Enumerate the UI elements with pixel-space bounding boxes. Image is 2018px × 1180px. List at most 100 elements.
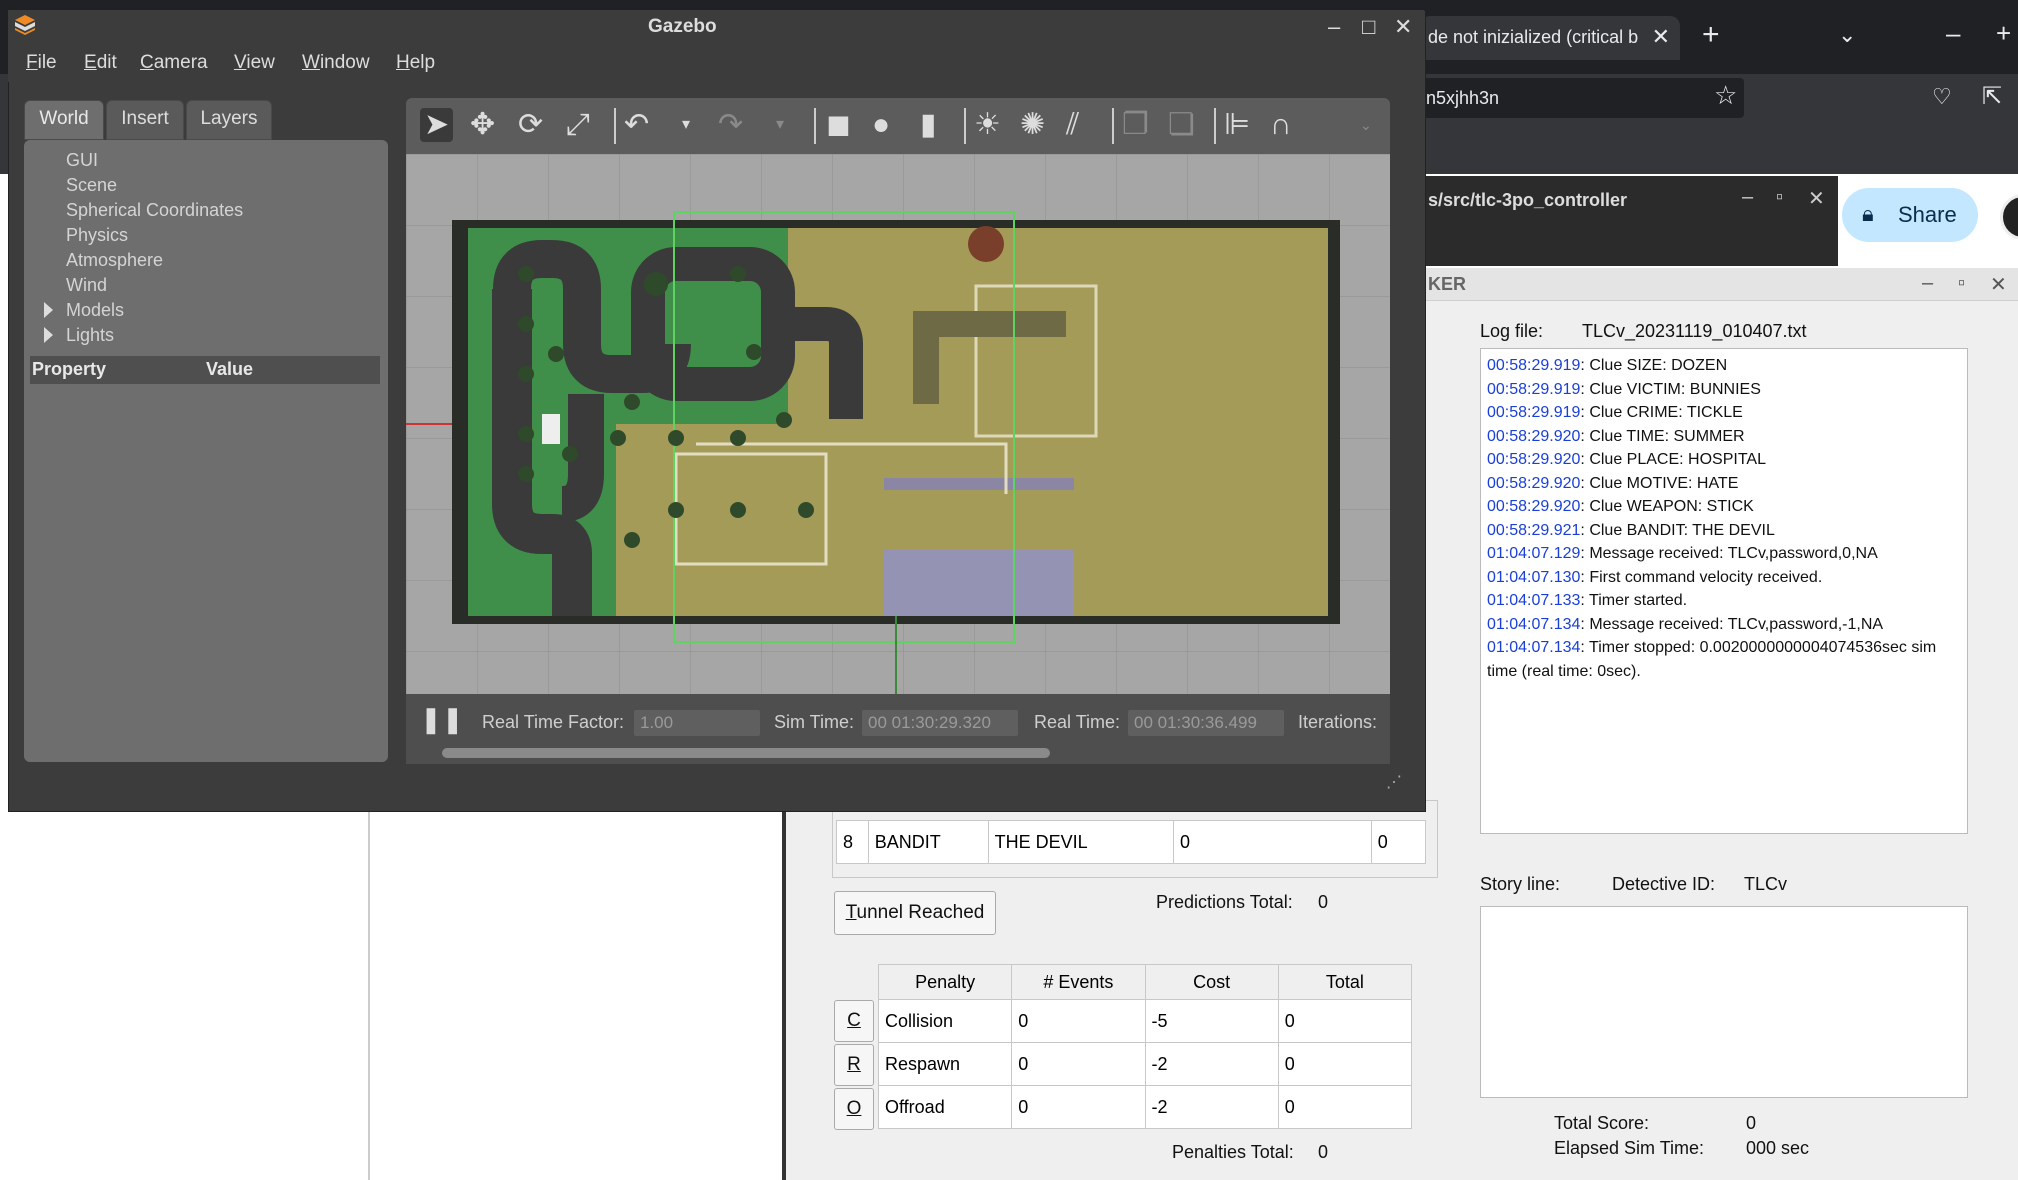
statusbar-scrollbar[interactable] — [442, 748, 1050, 758]
terminal-minimize-button[interactable]: – — [1742, 186, 1753, 209]
menu-view[interactable]: View — [234, 52, 275, 74]
share-button[interactable]: 🔒︎ Share — [1842, 188, 1978, 242]
log-timestamp: 00:58:29.920 — [1487, 474, 1581, 492]
tree-item-physics[interactable]: Physics — [66, 225, 128, 246]
collision-key: C — [847, 1010, 861, 1031]
terminal-maximize-button[interactable]: ▫ — [1776, 186, 1783, 209]
point-light-icon[interactable]: ☀ — [974, 108, 1001, 142]
menu-edit[interactable]: Edit — [84, 52, 117, 74]
offroad-button[interactable]: O — [834, 1088, 874, 1130]
table-row: 8 BANDIT THE DEVIL 0 0 — [836, 820, 1427, 864]
respawn-button[interactable]: R — [834, 1044, 874, 1086]
tab-world[interactable]: World — [24, 100, 104, 140]
log-message: : Message received: TLCv,password,-1,NA — [1580, 615, 1884, 633]
browser-minimize-button[interactable]: – — [1946, 18, 1960, 49]
redo-icon[interactable]: ↷ — [718, 108, 743, 142]
tracker-maximize-button[interactable]: ▫ — [1958, 272, 1965, 295]
menu-help[interactable]: Help — [396, 52, 435, 74]
log-line: 00:58:29.919: Clue CRIME: TICKLE — [1487, 404, 1743, 422]
tree-item-lights[interactable]: Lights — [66, 325, 114, 346]
toolbar-separator — [964, 108, 966, 144]
terminal-title: s/src/tlc-3po_controller — [1428, 190, 1628, 210]
bookmark-star-icon[interactable]: ☆ — [1714, 80, 1737, 111]
new-tab-button[interactable]: + — [1702, 18, 1720, 52]
real-time-value: 00 01:30:36.499 — [1128, 710, 1284, 736]
property-column-label: Property — [32, 359, 107, 379]
tracker-minimize-button[interactable]: – — [1922, 272, 1933, 295]
translate-mode-icon[interactable]: ✥ — [470, 108, 495, 142]
penalty-cost: -5 — [1144, 999, 1279, 1043]
browser-tab-title: de not inizialized (critical b — [1428, 27, 1639, 47]
log-line: 01:04:07.134: Message received: TLCv,pas… — [1487, 616, 1883, 634]
log-timestamp: 01:04:07.133 — [1487, 592, 1581, 609]
menu-camera[interactable]: Camera — [140, 52, 208, 74]
browser-tab[interactable]: de not inizialized (critical b ✕ — [1420, 16, 1680, 60]
cylinder-shape-icon[interactable]: ▮ — [920, 108, 937, 142]
tab-layers[interactable]: Layers — [186, 100, 272, 140]
resize-grip-icon[interactable]: ⋰ — [1386, 772, 1402, 792]
undo-icon[interactable]: ↶ — [624, 108, 649, 142]
toolbar-overflow-icon[interactable]: ⌄ — [1360, 108, 1372, 142]
penalty-name: Collision — [877, 999, 1013, 1043]
menu-help-label: elp — [409, 52, 436, 73]
tracker-close-button[interactable]: ✕ — [1990, 272, 2007, 297]
tab-close-icon[interactable]: ✕ — [1652, 24, 1670, 50]
tree-item-scene[interactable]: Scene — [66, 175, 117, 196]
snap-magnet-icon[interactable]: ∩ — [1270, 108, 1292, 142]
expand-models-icon[interactable] — [44, 302, 53, 318]
real-time-label: Real Time: — [1034, 712, 1121, 732]
gazebo-close-button[interactable]: ✕ — [1394, 14, 1412, 40]
collision-button[interactable]: C — [834, 1000, 874, 1042]
extensions-icon[interactable]: ⇱ — [1982, 82, 2002, 111]
table-row: Respawn 0 -2 0 — [877, 1042, 1413, 1086]
select-mode-icon[interactable]: ➤ — [420, 108, 454, 142]
browser-extra-button[interactable]: + — [1996, 18, 2011, 49]
paste-icon[interactable]: ❏ — [1168, 108, 1195, 142]
redo-history-icon[interactable]: ▾ — [776, 108, 784, 142]
3d-viewport[interactable] — [406, 154, 1390, 694]
tab-insert[interactable]: Insert — [106, 100, 184, 140]
sphere-shape-icon[interactable]: ● — [872, 108, 890, 142]
menu-file[interactable]: File — [26, 52, 57, 74]
tree-item-spherical-coordinates[interactable]: Spherical Coordinates — [66, 200, 243, 221]
gazebo-minimize-button[interactable]: – — [1328, 14, 1340, 40]
menu-view-label: iew — [246, 52, 275, 73]
align-icon[interactable]: ⊫ — [1224, 108, 1250, 142]
log-line: 00:58:29.920: Clue WEAPON: STICK — [1487, 498, 1754, 516]
log-message: : Clue VICTIM: BUNNIES — [1580, 380, 1761, 398]
scale-mode-icon[interactable]: ⤢ — [566, 108, 590, 142]
rotate-mode-icon[interactable]: ⟳ — [518, 108, 543, 142]
menu-window[interactable]: Window — [302, 52, 370, 74]
log-file-name: TLCv_20231119_010407.txt — [1582, 321, 1807, 341]
gazebo-maximize-button[interactable]: □ — [1362, 14, 1375, 40]
address-bar[interactable]: n5xjhh3n — [1420, 78, 1744, 118]
world-render — [406, 154, 1390, 694]
log-message: : Clue CRIME: TICKLE — [1580, 404, 1743, 421]
penalty-name: Respawn — [877, 1042, 1013, 1086]
log-line: 00:58:29.920: Clue TIME: SUMMER — [1487, 428, 1745, 446]
directional-light-icon[interactable]: ⫽ — [1066, 108, 1079, 142]
undo-history-icon[interactable]: ▾ — [682, 108, 690, 142]
pocket-icon[interactable]: ♡ — [1932, 84, 1952, 110]
tree-item-atmosphere[interactable]: Atmosphere — [66, 250, 163, 271]
story-line-textbox[interactable] — [1480, 906, 1968, 1098]
terminal-window[interactable]: s/src/tlc-3po_controller – ▫ ✕ — [1410, 176, 1838, 266]
log-timestamp: 00:58:29.920 — [1487, 451, 1581, 468]
tree-item-gui[interactable]: GUI — [66, 150, 98, 171]
menu-camera-label: amera — [153, 52, 208, 73]
story-line-label: Story line: — [1480, 874, 1561, 894]
copy-icon[interactable]: ❐ — [1122, 108, 1149, 142]
real-time-factor-label: Real Time Factor: — [482, 712, 625, 732]
log-textbox[interactable]: 00:58:29.919: Clue SIZE: DOZEN 00:58:29.9… — [1480, 348, 1968, 834]
tab-list-dropdown-icon[interactable]: ⌄ — [1838, 22, 1856, 48]
pause-icon[interactable]: ❚❚ — [420, 704, 464, 735]
total-score-label: Total Score: — [1554, 1113, 1650, 1133]
expand-lights-icon[interactable] — [44, 327, 53, 343]
terminal-close-button[interactable]: ✕ — [1808, 186, 1825, 211]
tunnel-reached-button[interactable]: Tunnel Reached — [834, 891, 996, 935]
tree-item-wind[interactable]: Wind — [66, 275, 107, 296]
box-shape-icon[interactable]: ◼ — [826, 108, 851, 142]
spot-light-icon[interactable]: ✺ — [1020, 108, 1045, 142]
tree-item-models[interactable]: Models — [66, 300, 124, 321]
gazebo-title: Gazebo — [648, 16, 717, 37]
